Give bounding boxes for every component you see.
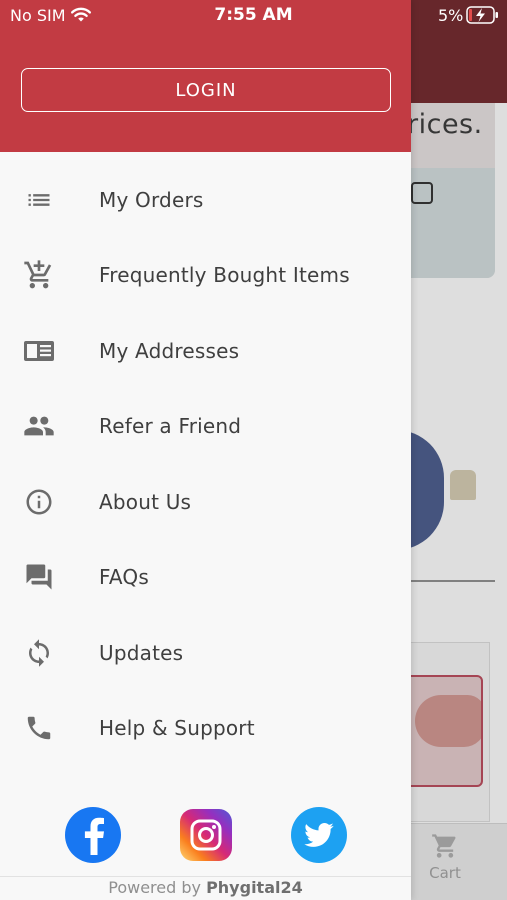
powered-by-footer: Powered by Phygital24 xyxy=(0,878,411,897)
menu-item-help-support[interactable]: Help & Support xyxy=(0,691,411,767)
menu-item-refer-a-friend[interactable]: Refer a Friend xyxy=(0,389,411,465)
phone-icon xyxy=(22,711,56,745)
drawer-menu: My Orders Frequently Bought Items My Add… xyxy=(0,162,411,766)
info-icon xyxy=(22,485,56,519)
menu-item-label: My Addresses xyxy=(99,338,240,363)
footer-divider xyxy=(0,876,411,877)
clock: 7:55 AM xyxy=(214,5,293,25)
menu-item-my-orders[interactable]: My Orders xyxy=(0,162,411,238)
battery-percentage: 5% xyxy=(438,6,464,25)
twitter-button[interactable] xyxy=(291,807,347,863)
chat-icon xyxy=(22,560,56,594)
status-bar: No SIM 7:55 AM 5% xyxy=(0,0,507,30)
battery-charging-icon xyxy=(466,6,498,24)
powered-by-label: Powered by xyxy=(108,878,201,897)
menu-item-updates[interactable]: Updates xyxy=(0,615,411,691)
twitter-icon xyxy=(304,823,334,847)
people-icon xyxy=(22,409,56,443)
menu-item-my-addresses[interactable]: My Addresses xyxy=(0,313,411,389)
address-card-icon xyxy=(22,334,56,368)
instagram-icon xyxy=(190,819,222,851)
menu-item-label: My Orders xyxy=(99,187,204,212)
menu-item-label: Updates xyxy=(99,640,184,665)
instagram-button[interactable] xyxy=(180,809,232,861)
login-button[interactable]: LOGIN xyxy=(21,68,391,112)
menu-item-frequently-bought[interactable]: Frequently Bought Items xyxy=(0,238,411,314)
menu-item-label: Frequently Bought Items xyxy=(99,263,350,288)
facebook-icon xyxy=(84,817,104,855)
menu-item-label: Help & Support xyxy=(99,716,255,741)
menu-item-about-us[interactable]: About Us xyxy=(0,464,411,540)
cart-add-icon xyxy=(22,258,56,292)
navigation-drawer: LOGIN My Orders Frequently Bought Items … xyxy=(0,0,411,900)
menu-item-faqs[interactable]: FAQs xyxy=(0,540,411,616)
menu-item-label: FAQs xyxy=(99,565,149,590)
menu-item-label: About Us xyxy=(99,489,192,514)
social-links xyxy=(0,800,411,870)
list-icon xyxy=(22,183,56,217)
facebook-button[interactable] xyxy=(65,807,121,863)
sync-icon xyxy=(22,636,56,670)
menu-item-label: Refer a Friend xyxy=(99,414,242,439)
brand-name: Phygital24 xyxy=(206,878,303,897)
